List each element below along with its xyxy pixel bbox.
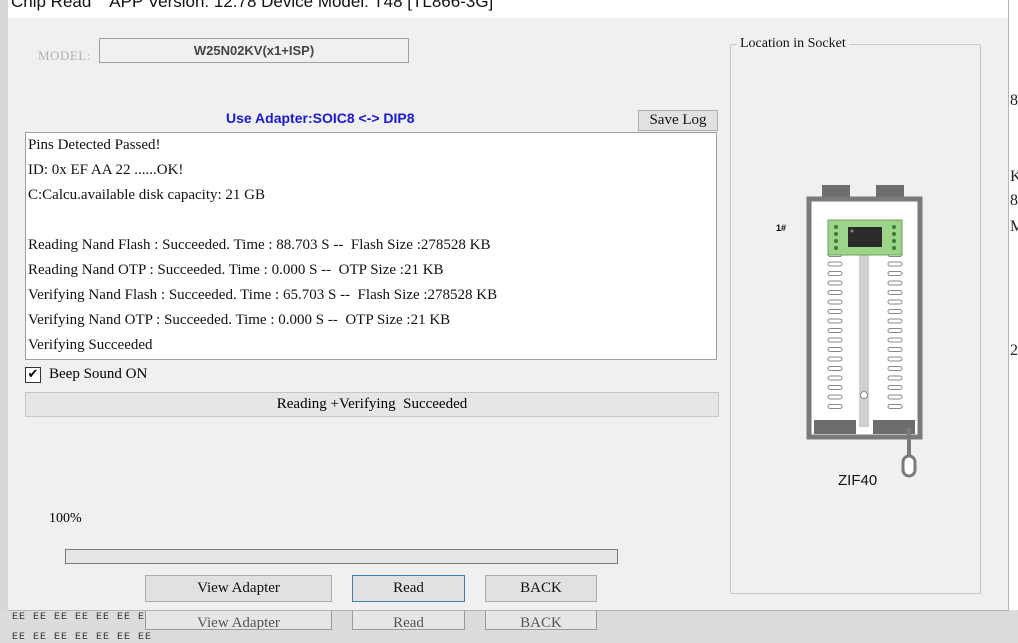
socket-title: Location in Socket (737, 36, 849, 52)
view-adapter-button[interactable]: View Adapter (145, 575, 332, 602)
back-button[interactable]: BACK (485, 575, 597, 602)
window-title: Chip Read APP Version: 12.78 Device Mode… (11, 0, 494, 11)
socket-pin (827, 328, 843, 333)
socket-bottom-bar (814, 420, 856, 434)
socket-pin (887, 385, 903, 390)
socket-pin (827, 299, 843, 305)
background-grid-mark: EE EE EE EE EE EE EE (12, 612, 153, 623)
socket-pin (827, 309, 843, 314)
background-grid-mark: EE EE EE EE EE EE EE (12, 632, 153, 643)
progress-percent: 100% (49, 511, 82, 526)
log-line: Pins Detected Passed! (28, 137, 161, 153)
adapter-pad (834, 246, 838, 250)
background-glyph: 2 (1010, 342, 1018, 359)
socket-pin (887, 347, 903, 352)
save-log-button[interactable]: Save Log (638, 110, 718, 131)
socket-pin (827, 404, 843, 409)
background-glyph: M (1010, 218, 1018, 235)
progress-fill (66, 550, 617, 563)
log-output[interactable]: Pins Detected Passed! ID: 0x EF AA 22 ..… (25, 132, 717, 360)
socket-pin (887, 356, 903, 362)
pin1-marker: 1# (776, 223, 787, 233)
socket-pin (887, 318, 903, 324)
socket-pin (887, 375, 903, 381)
socket-pin (887, 290, 903, 295)
socket-pin (887, 309, 903, 314)
background-glyph: 8 (1010, 192, 1018, 209)
log-line: Verifying Nand Flash : Succeeded. Time :… (28, 287, 498, 303)
zif-socket-diagram (806, 185, 923, 478)
log-line: Reading Nand OTP : Succeeded. Time : 0.0… (28, 262, 444, 278)
socket-pin (827, 318, 843, 324)
adapter-pad (892, 225, 896, 229)
zif-socket-label: ZIF40 (838, 472, 878, 489)
model-label: MODEL: (38, 48, 91, 63)
socket-pin (827, 290, 843, 295)
log-line: ID: 0x EF AA 22 ......OK! (28, 162, 184, 178)
socket-pin (887, 280, 903, 286)
socket-pin (827, 337, 843, 343)
socket-rail-hole (860, 391, 868, 399)
socket-pin (887, 404, 903, 409)
socket-pin (887, 394, 903, 400)
socket-pin (827, 356, 843, 362)
socket-pin (887, 366, 903, 371)
adapter-pad (892, 246, 896, 250)
socket-pin (887, 261, 903, 267)
background-glyph: 8 (1010, 92, 1018, 109)
log-line: Verifying Nand OTP : Succeeded. Time : 0… (28, 312, 451, 328)
socket-lever (907, 428, 911, 456)
beep-sound-checkbox[interactable]: ✔ (25, 367, 41, 383)
background-glyph: K (1010, 168, 1018, 185)
socket-pin (887, 271, 903, 276)
socket-pin (827, 280, 843, 286)
beep-sound-label[interactable]: Beep Sound ON (49, 366, 147, 383)
socket-pin (827, 394, 843, 400)
chip-pin1-dot (850, 229, 854, 233)
adapter-pad (834, 239, 838, 243)
log-line: C:Calcu.available disk capacity: 21 GB (28, 187, 266, 203)
adapter-pad (892, 232, 896, 236)
socket-pin (827, 375, 843, 381)
socket-pin (827, 366, 843, 371)
background-app-right: 8 K 8 M 2 (1008, 0, 1018, 643)
socket-pin (827, 347, 843, 352)
socket-pin (827, 261, 843, 267)
socket-pin (887, 299, 903, 305)
socket-pin (887, 328, 903, 333)
title-bar: Chip Read APP Version: 12.78 Device Mode… (8, 0, 1008, 18)
status-bar: Reading +Verifying Succeeded (25, 392, 719, 417)
adapter-instruction: Use Adapter:SOIC8 <-> DIP8 (226, 110, 415, 126)
socket-pin (887, 337, 903, 343)
adapter-pad (892, 239, 896, 243)
socket-lever-ring (901, 454, 917, 478)
background-app-edge (0, 0, 8, 643)
model-field: W25N02KV(x1+ISP) (99, 38, 409, 63)
read-button[interactable]: Read (352, 575, 465, 602)
adapter-pad (834, 225, 838, 229)
progress-bar (65, 549, 618, 564)
log-line: Verifying Succeeded (28, 337, 153, 353)
socket-pin (827, 385, 843, 390)
log-line: Reading Nand Flash : Succeeded. Time : 8… (28, 237, 491, 253)
socket-pin (827, 271, 843, 276)
adapter-pad (834, 232, 838, 236)
